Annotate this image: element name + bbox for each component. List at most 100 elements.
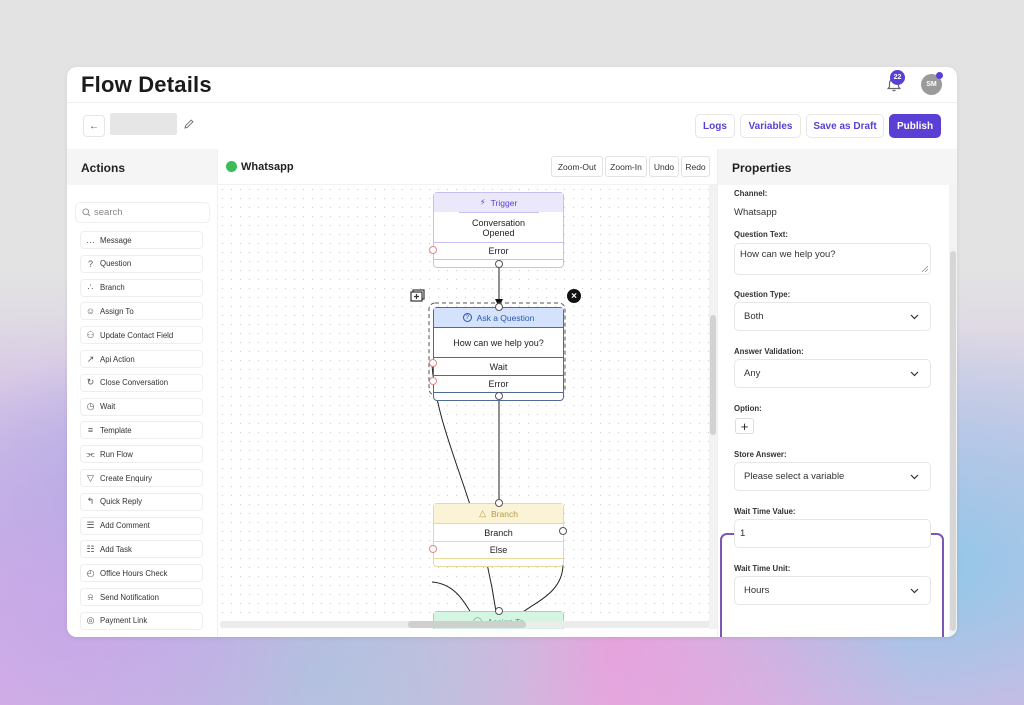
branch-node-title: Branch [490, 508, 518, 519]
run-flow-icon: ⫘ [86, 448, 95, 459]
variables-button[interactable]: Variables [740, 114, 801, 138]
action-item-run-flow[interactable]: ⫘ Run Flow [80, 445, 203, 464]
action-item-update-contact-field[interactable]: ⚇ Update Contact Field [80, 326, 203, 345]
add-option-button[interactable]: + [735, 418, 754, 434]
trigger-node-header: ⚡︎ Trigger [434, 193, 563, 212]
vertical-scrollbar-thumb[interactable] [710, 315, 716, 435]
notification-badge: 22 [890, 70, 905, 85]
answer-validation-value: Any [744, 368, 761, 379]
user-icon: ☺ [85, 306, 96, 317]
save-draft-button[interactable]: Save as Draft [806, 114, 884, 138]
logs-button[interactable]: Logs [695, 114, 735, 138]
template-icon: ≡ [87, 425, 94, 436]
store-answer-select[interactable]: Please select a variable [734, 462, 931, 491]
action-item-label: Message [100, 235, 132, 245]
chevron-down-icon [910, 371, 919, 376]
question-node[interactable]: ? Ask a Question How can we help you? Wa… [433, 307, 564, 401]
delete-node-icon[interactable]: × [567, 289, 581, 303]
resize-handle-icon[interactable] [922, 266, 928, 272]
action-item-label: Add Comment [100, 521, 150, 531]
question-text-input[interactable]: How can we help you? [734, 243, 931, 275]
chevron-down-icon [910, 588, 919, 593]
action-item-office-hours-check[interactable]: ◴ Office Hours Check [80, 564, 203, 583]
question-text-label: Question Text: [734, 230, 789, 239]
branch-out-port[interactable] [559, 527, 567, 535]
redo-button[interactable]: Redo [681, 156, 710, 177]
action-item-assign-to[interactable]: ☺ Assign To [80, 302, 203, 321]
question-out-port[interactable] [495, 392, 503, 400]
action-item-question[interactable]: ? Question [80, 254, 203, 273]
question-error-port[interactable] [429, 377, 437, 385]
action-item-create-enquiry[interactable]: ▽ Create Enquiry [80, 469, 203, 487]
flow-canvas[interactable]: ⚡︎ Trigger Conversation Opened Error × ?… [218, 185, 710, 629]
wait-time-unit-select[interactable]: Hours [734, 576, 931, 605]
question-wait-row: Wait [434, 357, 563, 375]
message-icon: … [86, 235, 95, 245]
bell-icon: ⍾ [87, 591, 94, 602]
wait-time-unit-label: Wait Time Unit: [734, 564, 791, 573]
close-conversation-icon: ↻ [86, 377, 95, 388]
action-item-template[interactable]: ≡ Template [80, 421, 203, 440]
question-type-value: Both [744, 311, 764, 322]
option-label: Option: [734, 404, 762, 413]
question-in-port[interactable] [495, 303, 503, 311]
flow-name-field[interactable] [110, 113, 177, 135]
channel-value: Whatsapp [734, 207, 777, 218]
vertical-scrollbar[interactable] [709, 185, 717, 629]
pencil-icon[interactable] [183, 118, 195, 130]
branch-icon: ∴ [87, 282, 94, 293]
trigger-out-port[interactable] [495, 260, 503, 268]
search-placeholder: search [94, 207, 123, 218]
filter-icon: ▽ [87, 472, 94, 483]
action-item-branch[interactable]: ∴ Branch [80, 278, 203, 297]
publish-button[interactable]: Publish [889, 114, 941, 138]
reply-icon: ↰ [86, 496, 95, 507]
avatar-status-dot [936, 72, 943, 79]
answer-validation-select[interactable]: Any [734, 359, 931, 388]
properties-panel: Properties Channel: Whatsapp Question Te… [717, 149, 957, 637]
actions-title: Actions [67, 149, 217, 185]
trigger-node[interactable]: ⚡︎ Trigger Conversation Opened Error [433, 192, 564, 268]
trigger-error-port[interactable] [429, 246, 437, 254]
back-button[interactable]: ← [83, 115, 105, 137]
branch-in-port[interactable] [495, 499, 503, 507]
properties-body: Channel: Whatsapp Question Text: How can… [718, 185, 950, 637]
whatsapp-icon [226, 161, 237, 172]
action-item-label: Assign To [100, 306, 134, 316]
question-node-title: Ask a Question [476, 312, 535, 323]
search-input[interactable]: search [75, 202, 210, 223]
horizontal-scrollbar[interactable] [220, 621, 710, 628]
branch-node[interactable]: △ Branch Branch Else [433, 503, 564, 567]
action-item-add-task[interactable]: ☷ Add Task [80, 540, 203, 559]
question-type-select[interactable]: Both [734, 302, 931, 331]
else-out-port[interactable] [429, 545, 437, 553]
wait-time-value-input[interactable]: 1 [734, 519, 931, 548]
action-item-label: Wait [100, 402, 116, 412]
canvas-header: Whatsapp Zoom-Out Zoom-In Undo Redo [218, 149, 717, 185]
action-item-api-action[interactable]: ↗ Api Action [80, 350, 203, 368]
zoom-in-button[interactable]: Zoom-In [605, 156, 647, 177]
question-type-label: Question Type: [734, 290, 791, 299]
assign-in-port[interactable] [495, 607, 503, 615]
horizontal-scrollbar-thumb[interactable] [408, 621, 526, 628]
comment-icon: ☰ [86, 520, 95, 531]
properties-scrollbar-thumb[interactable] [950, 251, 956, 631]
action-item-wait[interactable]: ◷ Wait [80, 397, 203, 416]
undo-button[interactable]: Undo [649, 156, 679, 177]
action-item-add-comment[interactable]: ☰ Add Comment [80, 516, 203, 535]
question-icon: ? [462, 313, 472, 322]
action-item-payment-link[interactable]: ◎ Payment Link [80, 611, 203, 630]
duplicate-node-icon[interactable] [410, 289, 426, 303]
action-item-close-conversation[interactable]: ↻ Close Conversation [80, 373, 203, 392]
wait-time-value: 1 [740, 528, 746, 539]
action-item-quick-reply[interactable]: ↰ Quick Reply [80, 492, 203, 511]
trigger-node-body: Conversation Opened [458, 212, 539, 242]
properties-scrollbar[interactable] [949, 185, 957, 637]
action-item-label: Template [100, 425, 132, 435]
action-item-message[interactable]: … Message [80, 231, 203, 249]
chevron-down-icon [910, 314, 919, 319]
question-wait-port[interactable] [429, 359, 437, 367]
action-item-label: Payment Link [100, 616, 148, 626]
zoom-out-button[interactable]: Zoom-Out [551, 156, 603, 177]
action-item-send-notification[interactable]: ⍾ Send Notification [80, 588, 203, 606]
